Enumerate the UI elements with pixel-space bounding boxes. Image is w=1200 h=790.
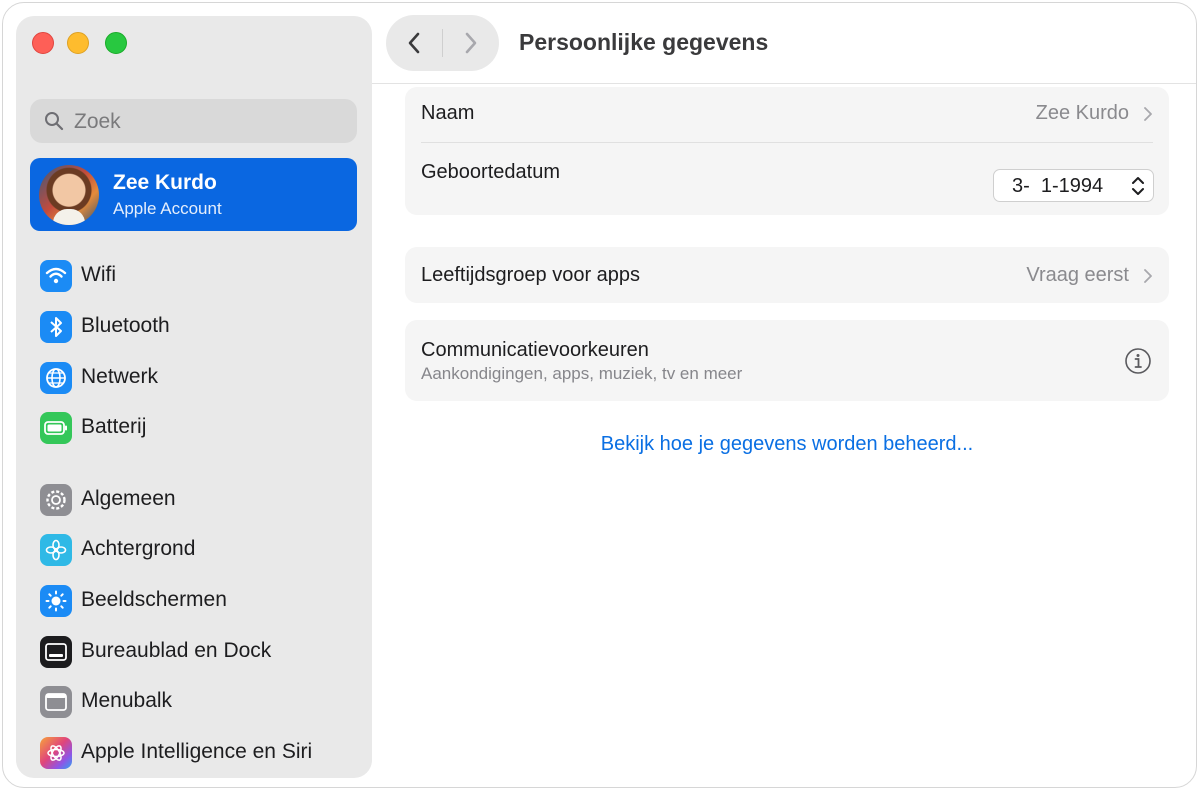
flower-icon [40,534,72,566]
sidebar-item-batterij[interactable]: Batterij [30,405,357,451]
sun-icon [40,585,72,617]
bluetooth-icon [40,311,72,343]
forward-chevron-icon[interactable] [454,27,486,59]
sidebar-item-netwerk[interactable]: Netwerk [30,355,357,401]
search-icon [45,112,64,131]
minimize-window-button[interactable] [67,32,89,54]
toolbar-divider [372,83,1196,84]
navigation-buttons [386,15,499,71]
sidebar-item-achtergrond[interactable]: Achtergrond [30,527,357,573]
sidebar-item-label: Bluetooth [81,314,170,337]
age-group-value: Vraag eerst [1026,264,1129,286]
siri-icon [40,737,72,769]
dock-icon [40,636,72,668]
chevron-right-icon [1144,269,1152,283]
account-name: Zee Kurdo [113,171,217,194]
communication-subtitle: Aankondigingen, apps, muziek, tv en meer [421,364,743,383]
sidebar-item-label: Bureaublad en Dock [81,639,272,662]
avatar [39,165,99,225]
stepper-arrows-icon[interactable] [1130,174,1146,198]
communication-label: Communicatievoorkeuren [421,339,649,361]
globe-icon [40,362,72,394]
zoom-window-button[interactable] [105,32,127,54]
close-window-button[interactable] [32,32,54,54]
sidebar-item-bluetooth[interactable]: Bluetooth [30,304,357,350]
birthdate-stepper[interactable]: 3- 1-1994 [993,169,1154,202]
sidebar-item-wifi[interactable]: Wifi [30,253,357,299]
data-management-link[interactable]: Bekijk hoe je gegevens worden beheerd... [405,433,1169,456]
age-group-row[interactable]: Leeftijdsgroep voor apps Vraag eerst [405,247,1169,303]
sidebar: Zee Kurdo Apple Account Wifi Bluetooth N… [16,16,372,778]
sidebar-item-apple-intelligence-en-siri[interactable]: Apple Intelligence en Siri [30,730,357,776]
birthdate-value[interactable]: 3- 1-1994 [1012,175,1103,198]
page-title: Persoonlijke gegevens [519,29,769,55]
search-field[interactable] [30,99,357,145]
search-input[interactable] [72,99,346,145]
sidebar-item-label: Beeldschermen [81,588,227,611]
sidebar-item-label: Apple Intelligence en Siri [81,740,313,763]
personal-info-group: Naam Zee Kurdo Geboortedatum 3- 1-1994 [405,87,1169,215]
sidebar-item-bureaublad-en-dock[interactable]: Bureaublad en Dock [30,629,357,675]
menubar-icon [40,686,72,718]
birthdate-label: Geboortedatum [421,161,560,183]
divider [421,142,1153,143]
gear-icon [40,484,72,516]
sidebar-item-menubalk[interactable]: Menubalk [30,679,357,725]
sidebar-item-label: Achtergrond [81,537,196,560]
apple-account-item[interactable]: Zee Kurdo Apple Account [30,158,357,231]
chevron-right-icon [1144,107,1152,121]
name-row[interactable]: Naam Zee Kurdo [405,87,1169,141]
sidebar-item-label: Algemeen [81,487,176,510]
sidebar-item-label: Wifi [81,263,116,286]
communication-preferences-row[interactable]: Communicatievoorkeuren Aankondigingen, a… [405,320,1169,401]
sidebar-item-algemeen[interactable]: Algemeen [30,477,357,523]
age-group-label: Leeftijdsgroep voor apps [421,264,641,286]
wifi-icon [40,260,72,292]
divider [442,29,443,57]
battery-icon [40,412,72,444]
sidebar-item-label: Netwerk [81,365,159,388]
info-icon[interactable] [1124,347,1152,375]
back-chevron-icon[interactable] [399,27,431,59]
sidebar-item-label: Menubalk [81,689,173,712]
settings-window: Zee Kurdo Apple Account Wifi Bluetooth N… [2,2,1197,788]
sidebar-item-beeldschermen[interactable]: Beeldschermen [30,578,357,624]
name-label: Naam [421,102,475,124]
account-subtitle: Apple Account [113,199,222,218]
sidebar-item-label: Batterij [81,415,147,438]
name-value: Zee Kurdo [1035,102,1129,124]
